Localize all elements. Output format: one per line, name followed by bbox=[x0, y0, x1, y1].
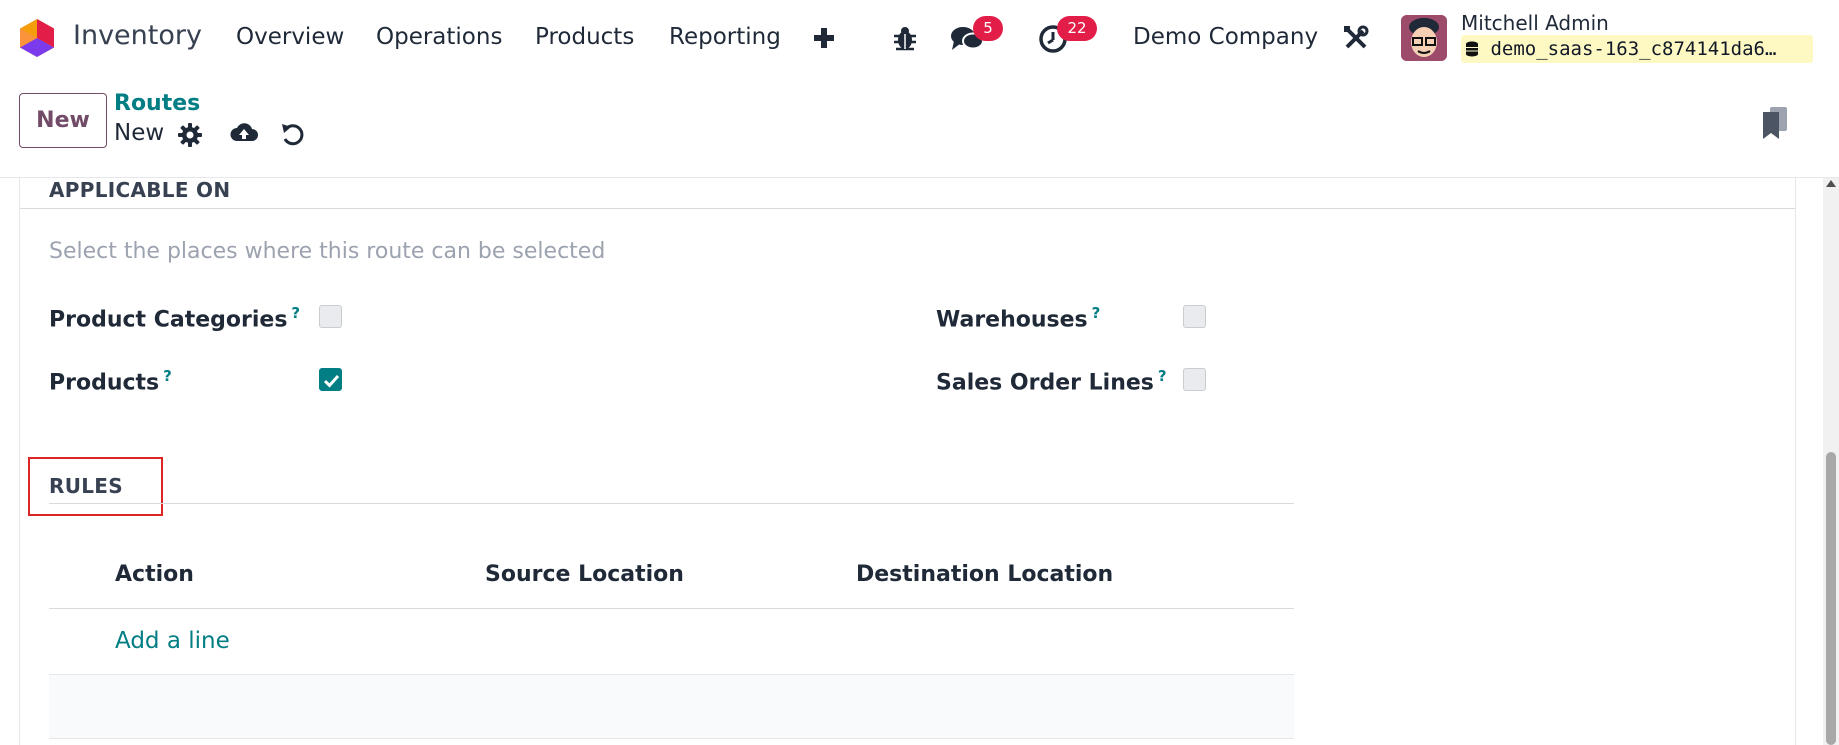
control-panel: New Routes New bbox=[0, 78, 1839, 178]
section-divider bbox=[20, 208, 1795, 209]
checkmark-icon bbox=[323, 374, 340, 388]
column-header-source-location[interactable]: Source Location bbox=[485, 562, 684, 587]
product-categories-checkbox[interactable] bbox=[319, 305, 342, 328]
app-logo-icon[interactable] bbox=[18, 18, 56, 58]
plus-icon[interactable] bbox=[813, 27, 835, 49]
avatar[interactable] bbox=[1401, 15, 1447, 61]
product-categories-text: Product Categories bbox=[49, 307, 288, 333]
user-avatar-icon bbox=[1401, 15, 1447, 61]
top-navbar: Inventory Overview Operations Products R… bbox=[0, 0, 1839, 78]
table-header-divider bbox=[49, 608, 1294, 609]
undo-icon[interactable] bbox=[281, 121, 305, 147]
cloud-upload-icon[interactable] bbox=[230, 121, 258, 145]
scroll-up-arrow-icon[interactable] bbox=[1826, 180, 1836, 187]
messages-badge: 5 bbox=[973, 16, 1003, 41]
sales-order-lines-checkbox[interactable] bbox=[1183, 368, 1206, 391]
user-name[interactable]: Mitchell Admin bbox=[1461, 11, 1609, 35]
products-checkbox[interactable] bbox=[319, 368, 342, 391]
warehouses-label: Warehouses? bbox=[936, 304, 1100, 332]
menu-operations[interactable]: Operations bbox=[376, 24, 502, 50]
applicable-on-hint: Select the places where this route can b… bbox=[49, 239, 606, 264]
breadcrumb-current: New bbox=[114, 120, 165, 146]
bookmark-icon[interactable] bbox=[1763, 107, 1787, 139]
help-icon[interactable]: ? bbox=[1158, 367, 1167, 385]
table-row bbox=[49, 674, 1294, 739]
scrollbar-thumb[interactable] bbox=[1826, 452, 1836, 745]
database-name: demo_saas-163_c874141da6… bbox=[1461, 35, 1813, 63]
product-categories-label: Product Categories? bbox=[49, 304, 300, 332]
products-label: Products? bbox=[49, 367, 172, 395]
column-header-destination-location[interactable]: Destination Location bbox=[856, 562, 1113, 587]
gear-icon[interactable] bbox=[178, 123, 202, 147]
bug-icon[interactable] bbox=[893, 25, 917, 51]
warehouses-checkbox[interactable] bbox=[1183, 305, 1206, 328]
sales-order-lines-text: Sales Order Lines bbox=[936, 370, 1154, 396]
database-label: demo_saas-163_c874141da6… bbox=[1490, 38, 1777, 60]
help-icon[interactable]: ? bbox=[291, 304, 300, 322]
add-a-line-link[interactable]: Add a line bbox=[115, 628, 230, 654]
database-icon bbox=[1466, 41, 1478, 57]
company-switcher[interactable]: Demo Company bbox=[1133, 24, 1318, 50]
help-icon[interactable]: ? bbox=[163, 367, 172, 385]
warehouses-text: Warehouses bbox=[936, 307, 1088, 333]
help-icon[interactable]: ? bbox=[1092, 304, 1101, 322]
breadcrumb-routes[interactable]: Routes bbox=[114, 91, 200, 116]
menu-overview[interactable]: Overview bbox=[236, 24, 344, 50]
products-text: Products bbox=[49, 370, 160, 396]
applicable-on-title: APPLICABLE ON bbox=[49, 178, 231, 202]
rules-divider bbox=[49, 503, 1294, 504]
new-button[interactable]: New bbox=[19, 93, 107, 148]
app-name[interactable]: Inventory bbox=[73, 20, 202, 51]
form-sheet: APPLICABLE ON Select the places where th… bbox=[19, 178, 1796, 745]
sales-order-lines-label: Sales Order Lines? bbox=[936, 367, 1167, 395]
menu-products[interactable]: Products bbox=[535, 24, 634, 50]
tools-icon[interactable] bbox=[1343, 25, 1369, 51]
menu-reporting[interactable]: Reporting bbox=[669, 24, 781, 50]
activities-badge: 22 bbox=[1057, 16, 1097, 41]
column-header-action[interactable]: Action bbox=[115, 562, 194, 587]
rules-title: RULES bbox=[49, 474, 123, 498]
